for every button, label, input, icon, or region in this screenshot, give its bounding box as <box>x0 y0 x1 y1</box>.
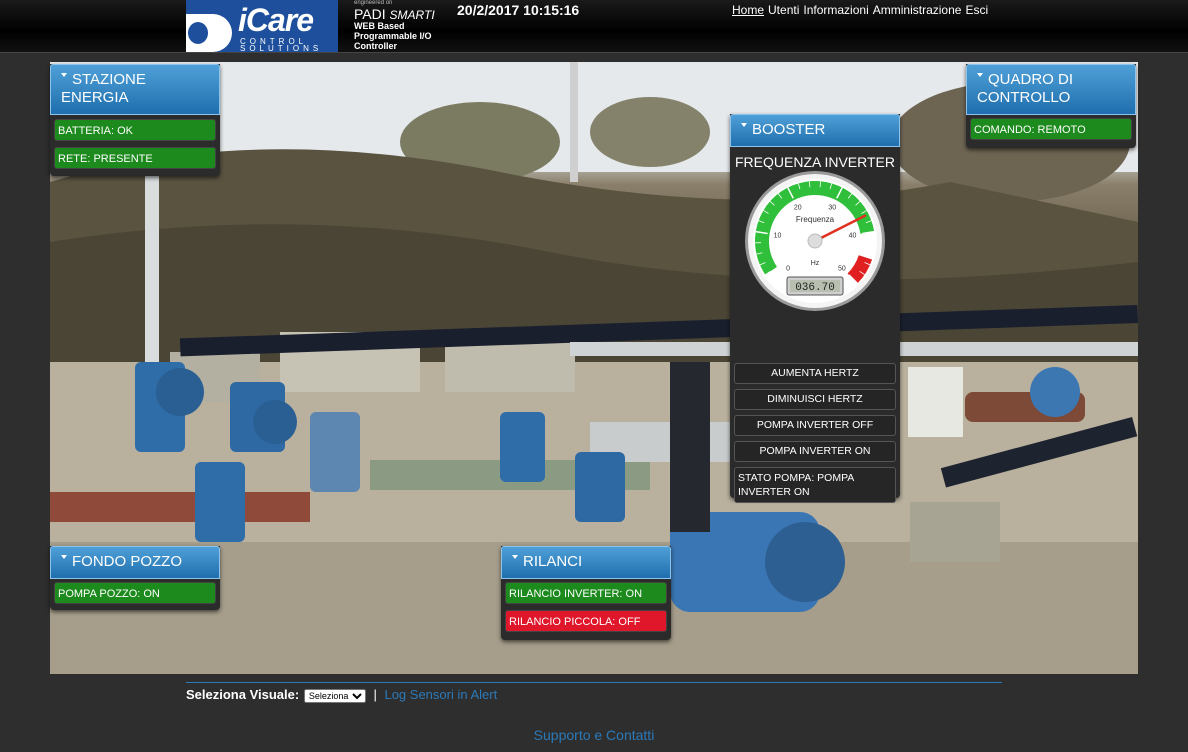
caret-down-icon <box>741 123 747 128</box>
select-label: Seleziona Visuale: <box>186 687 300 702</box>
gauge-tick-20: 20 <box>794 205 802 212</box>
panel-rilanci: RILANCI RILANCIO INVERTER: ON RILANCIO P… <box>501 546 671 640</box>
caret-down-icon <box>512 555 518 560</box>
eye-pupil-icon <box>188 22 208 44</box>
panel-title: STAZIONE ENERGIA <box>61 71 146 106</box>
padi-suffix: SMARTI <box>389 8 435 22</box>
panel-fondo-pozzo: FONDO POZZO POMPA POZZO: ON <box>50 546 220 610</box>
log-sensori-link[interactable]: Log Sensori in Alert <box>384 687 497 702</box>
top-header: iCare CONTROL SOLUTIONS engineered on PA… <box>0 0 1188 53</box>
panel-stazione-energia: STAZIONE ENERGIA BATTERIA: OK RETE: PRES… <box>50 64 220 176</box>
padi-name: PADI <box>354 6 386 22</box>
padi-title: PADI SMARTI <box>354 6 435 22</box>
gauge-label: Frequenza <box>796 215 835 224</box>
logo-subtitle: CONTROL SOLUTIONS <box>240 37 323 53</box>
padi-description: WEB Based Programmable I/O Controller <box>354 21 432 51</box>
gauge-tick-0: 0 <box>786 265 790 272</box>
status-batteria: BATTERIA: OK <box>54 119 216 141</box>
gauge-dial: 0 10 20 30 40 50 Frequenza Hz 036.70 <box>745 171 885 311</box>
status-pompa-pozzo: POMPA POZZO: ON <box>54 582 216 604</box>
panel-header-booster[interactable]: BOOSTER <box>730 114 900 147</box>
gauge-unit: Hz <box>811 260 820 267</box>
status-comando: COMANDO: REMOTO <box>970 118 1132 140</box>
panel-header-quadro-controllo[interactable]: QUADRO DI CONTROLLO <box>966 64 1136 115</box>
gauge-tick-40: 40 <box>849 233 857 240</box>
panel-quadro-controllo: QUADRO DI CONTROLLO COMANDO: REMOTO <box>966 64 1136 148</box>
gauge-tick-30: 30 <box>828 205 836 212</box>
caret-down-icon <box>61 555 67 560</box>
nav-utenti[interactable]: Utenti <box>768 3 799 17</box>
panel-header-stazione-energia[interactable]: STAZIONE ENERGIA <box>50 64 220 115</box>
pump-state: STATO POMPA: POMPA INVERTER ON <box>734 467 896 503</box>
top-nav: Home Utenti Informazioni Amministrazione Esc… <box>732 3 992 17</box>
footer-divider <box>186 682 1002 683</box>
panel-title: QUADRO DI CONTROLLO <box>977 71 1074 106</box>
frequency-gauge: 0 10 20 30 40 50 Frequenza Hz 036.70 <box>730 171 900 321</box>
gauge-hub <box>807 233 823 249</box>
panel-header-fondo-pozzo[interactable]: FONDO POZZO <box>50 546 220 579</box>
gauge-tick-mark <box>808 181 811 188</box>
gauge-title: FREQUENZA INVERTER <box>735 154 895 170</box>
status-rilancio-inverter: RILANCIO INVERTER: ON <box>505 582 667 604</box>
status-rilancio-piccola: RILANCIO PICCOLA: OFF <box>505 610 667 632</box>
visual-select[interactable]: Seleziona <box>303 688 366 703</box>
gauge-tick-10: 10 <box>774 233 782 240</box>
diminuisci-hertz-button[interactable]: DIMINUISCI HERTZ <box>734 389 896 410</box>
nav-amministrazione[interactable]: Amministrazione <box>873 3 962 17</box>
panel-title: RILANCI <box>523 553 583 570</box>
panel-title: FONDO POZZO <box>72 553 182 570</box>
pompa-inverter-off-button[interactable]: POMPA INVERTER OFF <box>734 415 896 436</box>
datetime: 20/2/2017 10:15:16 <box>457 2 580 18</box>
status-rete: RETE: PRESENTE <box>54 147 216 169</box>
panel-booster: BOOSTER FREQUENZA INVERTER 0 10 20 30 40… <box>730 114 900 503</box>
caret-down-icon <box>61 73 67 78</box>
nav-informazioni[interactable]: Informazioni <box>803 3 868 17</box>
logo-text: iCare <box>238 2 314 38</box>
support-link[interactable]: Supporto e Contatti <box>0 727 1188 743</box>
booster-controls: AUMENTA HERTZ DIMINUISCI HERTZ POMPA INV… <box>730 363 900 503</box>
gauge-tick-50: 50 <box>838 265 846 272</box>
nav-esci[interactable]: Esci <box>965 3 988 17</box>
separator: | <box>373 687 377 702</box>
gauge-tick-mark <box>819 181 822 188</box>
gauge-display: 036.70 <box>795 282 835 294</box>
panel-title: BOOSTER <box>752 121 826 138</box>
footer-controls: Seleziona Visuale: Seleziona | Log Senso… <box>186 687 497 703</box>
aumenta-hertz-button[interactable]: AUMENTA HERTZ <box>734 363 896 384</box>
caret-down-icon <box>977 73 983 78</box>
nav-home[interactable]: Home <box>732 3 764 17</box>
panel-header-rilanci[interactable]: RILANCI <box>501 546 671 579</box>
pompa-inverter-on-button[interactable]: POMPA INVERTER ON <box>734 441 896 462</box>
